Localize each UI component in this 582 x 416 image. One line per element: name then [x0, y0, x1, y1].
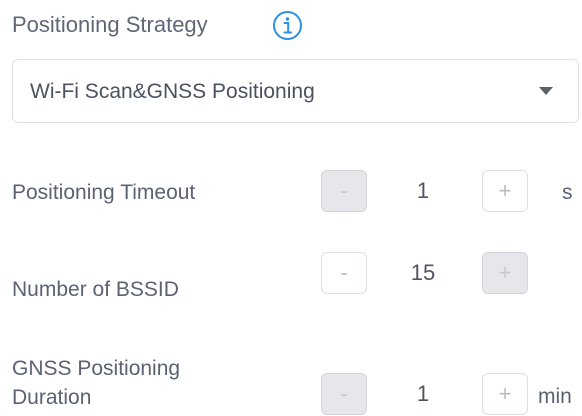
bssid-value[interactable]: 15: [388, 252, 458, 294]
info-circle-icon[interactable]: [272, 10, 303, 41]
gnss-decrement-button[interactable]: -: [321, 373, 367, 415]
gnss-duration-value[interactable]: 1: [388, 373, 458, 415]
gnss-increment-button[interactable]: +: [482, 373, 528, 415]
bssid-increment-button[interactable]: +: [482, 252, 528, 294]
gnss-duration-label-line1: GNSS Positioning: [12, 357, 181, 380]
timeout-value[interactable]: 1: [388, 170, 458, 212]
positioning-strategy-select[interactable]: Wi-Fi Scan&GNSS Positioning: [12, 59, 579, 123]
caret-down-icon: [539, 87, 553, 95]
gnss-duration-label-line2: Duration: [12, 386, 92, 409]
positioning-strategy-value: Wi-Fi Scan&GNSS Positioning: [30, 80, 315, 103]
number-of-bssid-label: Number of BSSID: [12, 278, 179, 301]
gnss-duration-unit: min: [538, 385, 572, 408]
bssid-decrement-button[interactable]: -: [321, 252, 367, 294]
timeout-increment-button[interactable]: +: [482, 170, 528, 212]
timeout-unit: s: [562, 181, 573, 204]
timeout-decrement-button[interactable]: -: [321, 170, 367, 212]
positioning-strategy-title: Positioning Strategy: [12, 12, 208, 37]
positioning-timeout-label: Positioning Timeout: [12, 181, 196, 204]
